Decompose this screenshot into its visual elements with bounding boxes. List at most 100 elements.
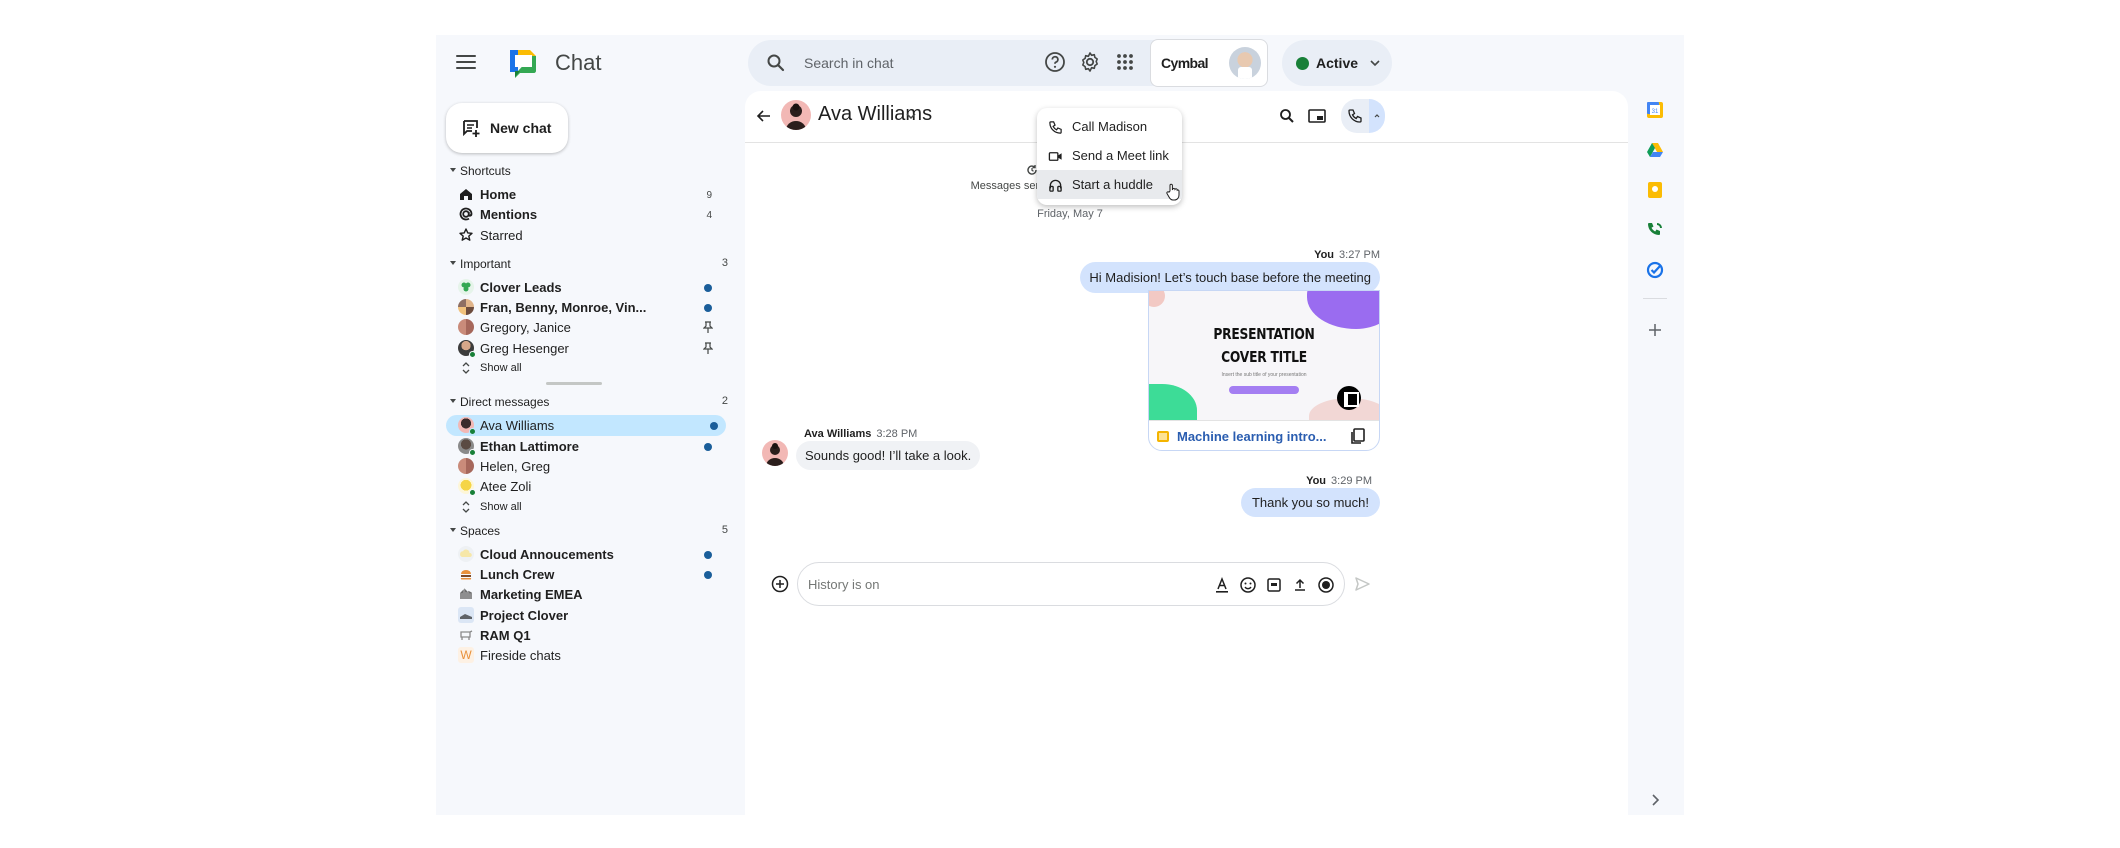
sidebar-item-lunch-crew[interactable]: Lunch Crew bbox=[436, 564, 726, 584]
voice-icon[interactable] bbox=[1646, 221, 1664, 239]
call-button[interactable] bbox=[1341, 99, 1369, 133]
add-app-icon[interactable] bbox=[1646, 321, 1664, 339]
message-bubble: Hi Madision! Let’s touch base before the… bbox=[1080, 262, 1380, 293]
decor bbox=[1149, 291, 1165, 307]
chevron-up-icon bbox=[1374, 114, 1380, 118]
sidebar-item-cloud-annoucements[interactable]: Cloud Annoucements bbox=[436, 544, 726, 564]
section-label: Important bbox=[460, 256, 511, 271]
sidebar-item-clover-leads[interactable]: Clover Leads bbox=[436, 277, 726, 297]
section-spaces[interactable]: Spaces 5 bbox=[436, 517, 736, 544]
status-dropdown[interactable]: Active bbox=[1282, 40, 1392, 86]
menu-item-call[interactable]: Call Madison bbox=[1037, 112, 1182, 141]
account-brand: Cymbal bbox=[1161, 55, 1209, 71]
message-sender: You bbox=[1314, 249, 1335, 261]
sidebar-item-ram-q1[interactable]: RAM Q1 bbox=[436, 625, 726, 645]
expand-panel-chevron-icon[interactable] bbox=[1646, 791, 1664, 809]
section-shortcuts[interactable]: Shortcuts bbox=[436, 157, 736, 184]
add-attachment-icon[interactable] bbox=[771, 575, 789, 593]
attachment-file-name[interactable]: Machine learning intro... bbox=[1177, 429, 1327, 444]
sidebar-item-group-fran[interactable]: Fran, Benny, Monroe, Vin... bbox=[436, 297, 726, 317]
section-label: Shortcuts bbox=[460, 164, 511, 178]
call-options-menu: Call Madison Send a Meet link Start a hu… bbox=[1037, 108, 1182, 205]
sidebar-item-greg-hesenger[interactable]: Greg Hesenger bbox=[436, 338, 726, 358]
account-switcher[interactable]: Cymbal bbox=[1150, 39, 1268, 87]
upload-icon[interactable] bbox=[1291, 576, 1309, 594]
sidebar-item-label: Clover Leads bbox=[480, 279, 562, 295]
section-direct-messages[interactable]: Direct messages 2 bbox=[436, 388, 736, 415]
rail-divider bbox=[1643, 298, 1667, 299]
sidebar-item-gregory-janice[interactable]: Gregory, Janice bbox=[436, 317, 726, 337]
menu-item-send-meet-link[interactable]: Send a Meet link bbox=[1037, 141, 1182, 170]
pin-icon bbox=[703, 321, 713, 334]
video-camera-icon bbox=[1048, 152, 1062, 161]
section-important[interactable]: Important 3 bbox=[436, 250, 736, 277]
picture-in-picture-icon[interactable] bbox=[1307, 106, 1327, 126]
count-badge: 9 bbox=[706, 190, 712, 201]
hamburger-line bbox=[456, 61, 476, 63]
send-icon[interactable] bbox=[1353, 575, 1371, 593]
phone-icon bbox=[1049, 121, 1062, 134]
call-options-toggle[interactable] bbox=[1369, 99, 1385, 133]
hamburger-menu-icon bbox=[456, 55, 476, 57]
tasks-icon[interactable] bbox=[1646, 261, 1664, 279]
scroll-thumb[interactable] bbox=[546, 382, 602, 386]
message-bubble: Thank you so much! bbox=[1240, 488, 1380, 517]
search-placeholder: Search in chat bbox=[804, 55, 894, 71]
message-time: 3:28 PM bbox=[876, 428, 918, 440]
help-icon[interactable] bbox=[1042, 49, 1068, 75]
slide-title-line1: PRESENTATION bbox=[1213, 325, 1315, 343]
top-bar: Chat Search in chat Active Cymbal bbox=[436, 35, 1684, 91]
online-indicator bbox=[469, 448, 476, 456]
record-video-icon[interactable] bbox=[1317, 576, 1335, 594]
show-all-dms[interactable]: Show all bbox=[436, 497, 726, 517]
show-all-important[interactable]: Show all bbox=[436, 358, 726, 378]
sidebar-item-helen-greg[interactable]: Helen, Greg bbox=[436, 456, 726, 476]
apps-grid-icon[interactable] bbox=[1112, 49, 1138, 75]
open-in-side-panel-icon[interactable] bbox=[1337, 386, 1361, 410]
search-in-conversation-icon[interactable] bbox=[1278, 107, 1296, 125]
group-avatar bbox=[458, 457, 474, 474]
sidebar-item-starred[interactable]: Starred bbox=[436, 225, 726, 245]
main-menu-button[interactable] bbox=[454, 51, 478, 75]
back-arrow-icon[interactable] bbox=[755, 107, 773, 125]
unread-dot bbox=[704, 283, 712, 292]
message-bubble: Sounds good! I’ll take a look. bbox=[796, 441, 981, 470]
menu-item-start-huddle[interactable]: Start a huddle bbox=[1037, 170, 1182, 199]
emoji-icon[interactable] bbox=[1239, 576, 1257, 594]
marketing-space-icon bbox=[458, 586, 474, 602]
text-format-icon[interactable] bbox=[1213, 576, 1231, 594]
decor bbox=[1307, 291, 1379, 329]
message-input[interactable] bbox=[808, 571, 1198, 597]
slide-pill bbox=[1229, 386, 1299, 394]
keep-icon[interactable] bbox=[1646, 181, 1664, 199]
chevron-down-icon[interactable] bbox=[905, 111, 917, 121]
sidebar-item-mentions[interactable]: Mentions 4 bbox=[436, 204, 726, 224]
sidebar-item-fireside-chats[interactable]: W Fireside chats bbox=[436, 645, 726, 665]
sidebar-item-ethan-lattimore[interactable]: Ethan Lattimore bbox=[436, 436, 726, 456]
sidebar-item-project-clover[interactable]: Project Clover bbox=[436, 605, 726, 625]
sidebar-item-home[interactable]: Home 9 bbox=[436, 184, 726, 204]
contact-avatar bbox=[781, 100, 811, 130]
message-meta: You 3:27 PM bbox=[1314, 249, 1380, 261]
new-chat-icon bbox=[463, 120, 480, 137]
user-avatar bbox=[458, 339, 476, 358]
sidebar-item-ava-williams[interactable]: Ava Williams bbox=[446, 415, 726, 436]
copy-icon[interactable] bbox=[1349, 427, 1367, 445]
chat-logo-icon bbox=[510, 50, 536, 78]
sidebar-item-label: Show all bbox=[480, 362, 522, 375]
gif-icon[interactable] bbox=[1265, 576, 1283, 594]
sidebar-item-marketing-emea[interactable]: Marketing EMEA bbox=[436, 584, 726, 604]
sidebar-item-atee-zoli[interactable]: Atee Zoli bbox=[436, 476, 726, 497]
calendar-icon[interactable]: 31 bbox=[1646, 101, 1664, 119]
drive-icon[interactable] bbox=[1646, 141, 1664, 159]
decor bbox=[1149, 384, 1197, 420]
sidebar-nav: Shortcuts Home 9 Mentions 4 Starred Impo… bbox=[436, 157, 736, 666]
hand-cursor-icon bbox=[1166, 183, 1180, 201]
message-sender: You bbox=[1306, 475, 1327, 487]
sidebar-scrollbar[interactable] bbox=[436, 378, 736, 388]
attachment-card[interactable]: PRESENTATION COVER TITLE Insert the sub … bbox=[1148, 290, 1380, 451]
slide-preview[interactable]: PRESENTATION COVER TITLE Insert the sub … bbox=[1149, 291, 1379, 420]
message-time: 3:27 PM bbox=[1339, 249, 1380, 261]
gear-icon[interactable] bbox=[1077, 49, 1103, 75]
new-chat-button[interactable]: New chat bbox=[446, 103, 568, 153]
